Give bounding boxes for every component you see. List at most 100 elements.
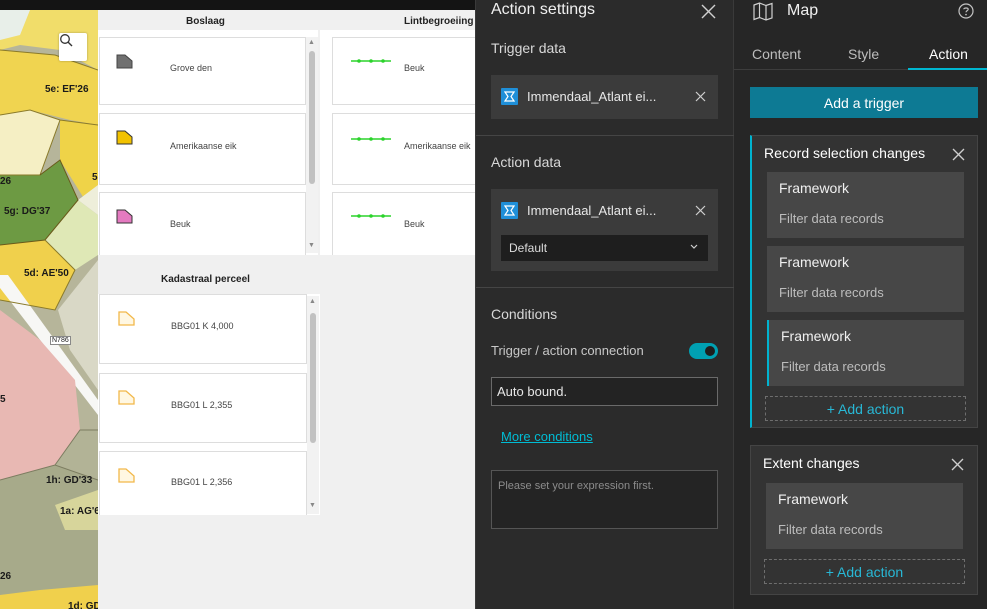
legend-item-label: Amerikaanse eik <box>404 141 471 151</box>
action-settings-panel: Action settings Trigger data Immendaal_A… <box>475 0 734 609</box>
help-button[interactable] <box>957 2 975 20</box>
legend-item[interactable]: BBG01 L 2,356 <box>99 451 307 515</box>
more-conditions-link[interactable]: More conditions <box>501 429 593 444</box>
search-icon <box>60 34 73 47</box>
legend-item[interactable]: Amerikaanse eik <box>332 113 475 185</box>
legend-item[interactable]: BBG01 L 2,355 <box>99 373 307 443</box>
trigger-name: Record selection changes <box>764 145 926 161</box>
action-name: Framework <box>778 491 849 507</box>
toggle-knob <box>705 346 715 356</box>
legend-item[interactable]: Beuk <box>332 37 475 105</box>
section-divider <box>476 287 734 288</box>
map-label: 1a: AG'6 <box>60 506 98 517</box>
scroll-up-icon[interactable]: ▲ <box>308 39 315 47</box>
close-button[interactable] <box>699 2 717 20</box>
road-label: N786 <box>50 336 71 345</box>
scroll-down-icon[interactable]: ▼ <box>308 242 315 250</box>
connection-label: Trigger / action connection <box>491 343 644 358</box>
polygon-symbol-icon <box>118 311 135 326</box>
legend-item[interactable]: Beuk <box>332 192 475 255</box>
canvas-top-bar <box>0 0 475 10</box>
action-data-heading: Action data <box>491 154 562 170</box>
scrollbar-thumb[interactable] <box>309 51 315 184</box>
legend-item[interactable]: BBG01 K 4,000 <box>99 294 307 364</box>
app-canvas: 5e: EF'26 26 5 5g: DG'37 5d: AE'50 N786 … <box>0 0 475 609</box>
legend-item-label: BBG01 K 4,000 <box>171 321 234 331</box>
map-settings-panel: Map Content Style Action Add a trigger R… <box>734 0 987 609</box>
remove-trigger-button[interactable] <box>949 456 965 472</box>
action-item-selected[interactable]: Framework Filter data records <box>767 320 964 386</box>
map-label: 5g: DG'37 <box>4 206 51 217</box>
add-action-button[interactable]: + Add action <box>764 559 965 584</box>
polygon-symbol-icon <box>116 54 133 69</box>
remove-data-source-button[interactable] <box>693 203 707 217</box>
action-item[interactable]: Framework Filter data records <box>766 483 963 549</box>
data-view-select[interactable]: Default <box>501 235 708 261</box>
map-label: 5 <box>0 394 6 405</box>
tab-action[interactable]: Action <box>929 46 968 62</box>
action-description: Filter data records <box>778 522 883 537</box>
map-label: 1h: GD'33 <box>46 475 93 486</box>
connection-toggle[interactable] <box>689 343 718 359</box>
legend-item[interactable]: Amerikaanse eik <box>99 113 306 185</box>
scroll-down-icon[interactable]: ▼ <box>309 502 316 510</box>
line-symbol-icon <box>351 137 391 141</box>
add-action-button[interactable]: + Add action <box>765 396 966 421</box>
action-data-source[interactable]: Immendaal_Atlant ei... Default <box>491 189 718 271</box>
map-label: 5 <box>92 172 98 183</box>
legend-item[interactable]: Beuk <box>99 192 306 255</box>
legend-item-label: Amerikaanse eik <box>170 141 237 151</box>
conditions-heading: Conditions <box>491 306 558 322</box>
map-label: 26 <box>0 571 12 582</box>
panel-title: Map <box>787 2 819 19</box>
close-icon <box>695 91 705 101</box>
line-symbol-icon <box>351 59 391 63</box>
action-item[interactable]: Framework Filter data records <box>767 246 964 312</box>
remove-trigger-button[interactable] <box>950 146 966 162</box>
legend-group-title: Lintbegroeiing <box>404 16 474 27</box>
legend-item[interactable]: Grove den <box>99 37 306 105</box>
scrollbar-thumb[interactable] <box>310 313 316 443</box>
trigger-data-heading: Trigger data <box>491 40 566 56</box>
legend-item-label: BBG01 L 2,355 <box>171 400 233 410</box>
legend-group-title: Boslaag <box>186 16 225 27</box>
trigger-name: Extent changes <box>763 455 860 471</box>
select-value: Default <box>509 241 548 255</box>
line-symbol-icon <box>351 214 391 218</box>
scroll-up-icon[interactable]: ▲ <box>309 298 316 306</box>
data-source-row: Immendaal_Atlant ei... <box>501 86 656 106</box>
data-source-name: Immendaal_Atlant ei... <box>527 88 657 104</box>
map-basemap <box>0 10 98 609</box>
action-description: Filter data records <box>779 211 884 226</box>
remove-data-source-button[interactable] <box>693 89 707 103</box>
map-label: 26 <box>0 176 12 187</box>
map-search-button[interactable] <box>59 33 87 61</box>
polygon-symbol-icon <box>118 468 135 483</box>
section-divider <box>476 135 734 136</box>
trigger-data-source[interactable]: Immendaal_Atlant ei... <box>491 75 718 119</box>
legend-item-label: Grove den <box>170 63 213 73</box>
map-label: 5d: AE'50 <box>24 268 69 279</box>
feature-layer-icon <box>501 201 518 219</box>
trigger-card-record-selection[interactable]: Record selection changes Framework Filte… <box>750 135 978 428</box>
tab-content[interactable]: Content <box>752 46 801 62</box>
tab-style[interactable]: Style <box>848 46 879 62</box>
trigger-card-extent-changes[interactable]: Extent changes Framework Filter data rec… <box>750 445 978 595</box>
map-view[interactable]: 5e: EF'26 26 5 5g: DG'37 5d: AE'50 N786 … <box>0 10 98 609</box>
add-trigger-button[interactable]: Add a trigger <box>750 87 978 118</box>
legend-item-label: Beuk <box>404 63 425 73</box>
expression-field[interactable]: Please set your expression first. <box>491 470 718 529</box>
action-name: Framework <box>781 328 852 344</box>
map-label: 1d: GD <box>68 601 98 609</box>
legend-item-label: Beuk <box>170 219 191 229</box>
legend-scrollbar[interactable]: ▲ ▼ <box>306 37 318 253</box>
action-description: Filter data records <box>781 359 886 374</box>
action-description: Filter data records <box>779 285 884 300</box>
action-name: Framework <box>779 180 850 196</box>
auto-bound-field[interactable]: Auto bound. <box>491 377 718 406</box>
action-item[interactable]: Framework Filter data records <box>767 172 964 238</box>
legend-group-title: Kadastraal perceel <box>161 274 250 285</box>
legend-scrollbar[interactable]: ▲ ▼ <box>307 296 319 514</box>
map-icon <box>753 2 773 21</box>
chevron-down-icon <box>690 244 698 249</box>
